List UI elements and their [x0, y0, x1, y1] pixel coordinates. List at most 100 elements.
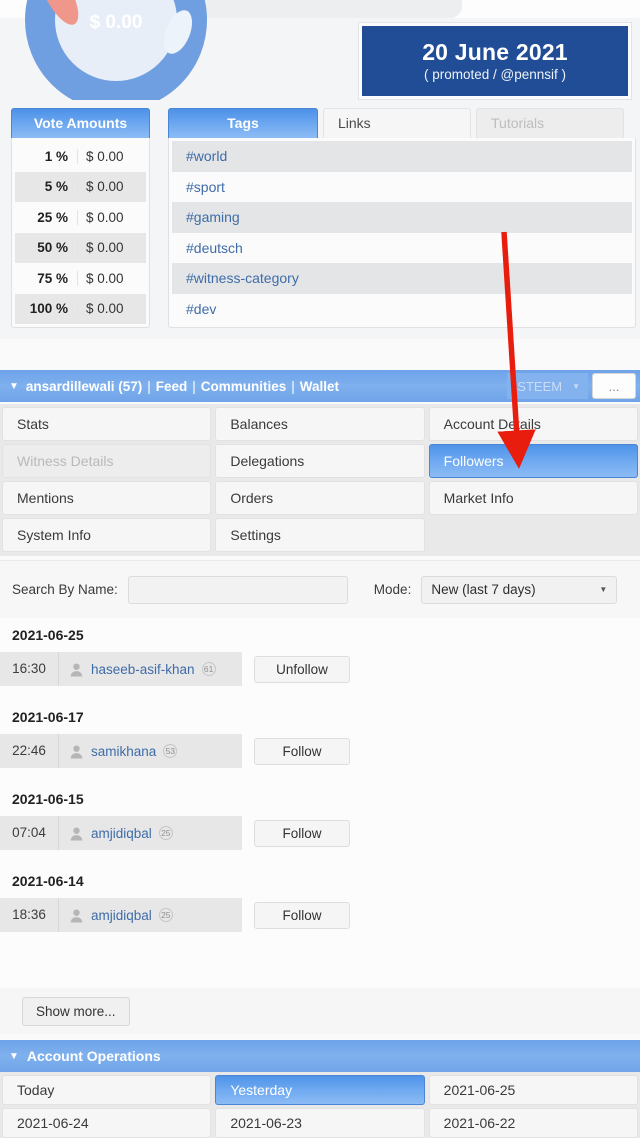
vote-amount-row: 100 % $ 0.00: [15, 293, 146, 324]
caret-down-icon[interactable]: ▼: [9, 381, 19, 392]
account-operations-header[interactable]: ▼ Account Operations: [0, 1040, 640, 1072]
unfollow-button[interactable]: Unfollow: [254, 655, 350, 683]
tags-panel: Tags Links Tutorials #world #sport #gami…: [168, 108, 636, 328]
tab-system-info[interactable]: System Info: [2, 518, 212, 552]
show-more-bar: Show more...: [0, 988, 640, 1034]
vote-value-donut-chart: $ 0.00: [2, 0, 230, 100]
vote-amount-row: 75 % $ 0.00: [15, 263, 146, 294]
promoted-date-card: 20 June 2021 ( promoted / @pennsif ): [358, 22, 632, 100]
nav-link-wallet[interactable]: Wallet: [300, 379, 339, 394]
vote-amount-row: 50 % $ 0.00: [15, 232, 146, 263]
vote-amounts-panel: Vote Amounts 1 % $ 0.00 5 % $ 0.00 25 % …: [11, 108, 150, 328]
tag-item[interactable]: #dev: [172, 294, 632, 325]
mode-label: Mode:: [373, 582, 412, 597]
follow-button[interactable]: Follow: [254, 737, 350, 765]
follower-reputation-badge: 53: [163, 744, 178, 758]
tags-list: #world #sport #gaming #deutsch #witness-…: [168, 138, 636, 328]
list-spacer: [0, 850, 640, 864]
followers-list: 2021-06-25 16:30 haseeb-asif-khan 61 Unf…: [0, 618, 640, 988]
ops-date-today[interactable]: Today: [2, 1075, 212, 1105]
currency-select[interactable]: STEEM ▼: [507, 373, 588, 399]
vote-value: $ 0.00: [77, 301, 146, 317]
follower-user-cell: amjidiqbal 25: [58, 898, 242, 932]
follower-time: 22:46: [0, 734, 58, 768]
account-nav-links: ansardillewali (57) | Feed | Communities | Wal…: [26, 379, 339, 394]
follower-name[interactable]: samikhana: [91, 744, 156, 759]
followers-date-header: 2021-06-25: [0, 618, 640, 652]
follower-reputation-badge: 25: [158, 826, 173, 840]
vote-amounts-header: Vote Amounts: [11, 108, 150, 138]
nav-link-communities[interactable]: Communities: [201, 379, 287, 394]
follower-row: 22:46 samikhana 53 Follow: [0, 734, 640, 768]
mode-select[interactable]: New (last 7 days) ▼: [421, 575, 618, 604]
vote-amount-row: 1 % $ 0.00: [15, 141, 146, 172]
user-avatar-icon: [70, 909, 83, 923]
account-header-bar: ▼ ansardillewali (57) | Feed | Communities | W…: [0, 370, 640, 402]
follower-reputation-badge: 61: [201, 662, 216, 676]
tab-orders[interactable]: Orders: [215, 481, 425, 515]
follow-button[interactable]: Follow: [254, 819, 350, 847]
vote-value: $ 0.00: [77, 209, 146, 225]
tab-account-details[interactable]: Account Details: [428, 407, 638, 441]
promo-subtitle: ( promoted / @pennsif ): [423, 67, 566, 83]
tab-settings[interactable]: Settings: [215, 518, 425, 552]
tab-stats[interactable]: Stats: [2, 407, 212, 441]
list-spacer: [0, 768, 640, 782]
tab-followers[interactable]: Followers: [428, 444, 638, 478]
hero-section: $ 0.00 20 June 2021 ( promoted / @pennsi…: [0, 0, 640, 104]
ops-date-2021-06-25[interactable]: 2021-06-25: [428, 1075, 638, 1105]
user-avatar-icon: [70, 827, 83, 841]
user-avatar-icon: [70, 745, 83, 759]
ops-date-2021-06-22[interactable]: 2021-06-22: [428, 1108, 638, 1138]
tab-placeholder: [428, 518, 638, 552]
follower-name[interactable]: amjidiqbal: [91, 826, 152, 841]
account-operations-title: Account Operations: [26, 1048, 161, 1064]
user-avatar-icon: [70, 663, 83, 677]
followers-date-header: 2021-06-15: [0, 782, 640, 816]
follower-row: 07:04 amjidiqbal 25 Follow: [0, 816, 640, 850]
tag-item[interactable]: #deutsch: [172, 233, 632, 264]
tag-item[interactable]: #witness-category: [172, 263, 632, 294]
more-options-button[interactable]: ...: [592, 373, 636, 399]
follower-name[interactable]: haseeb-asif-khan: [91, 662, 195, 677]
nav-separator: |: [291, 378, 295, 394]
follower-row: 18:36 amjidiqbal 25 Follow: [0, 898, 640, 932]
tag-item[interactable]: #world: [172, 141, 632, 172]
nav-link-feed[interactable]: Feed: [156, 379, 188, 394]
caret-down-icon[interactable]: ▼: [9, 1051, 19, 1062]
vote-value: $ 0.00: [77, 148, 146, 164]
currency-value: STEEM: [517, 378, 563, 394]
tab-delegations[interactable]: Delegations: [215, 444, 425, 478]
vote-amount-row: 5 % $ 0.00: [15, 171, 146, 202]
follower-user-cell: haseeb-asif-khan 61: [58, 652, 242, 686]
account-bar-right: STEEM ▼ ...: [507, 373, 640, 399]
ops-date-2021-06-23[interactable]: 2021-06-23: [215, 1108, 425, 1138]
tag-item[interactable]: #sport: [172, 172, 632, 203]
tab-witness-details: Witness Details: [2, 444, 212, 478]
followers-date-header: 2021-06-14: [0, 864, 640, 898]
tab-market-info[interactable]: Market Info: [428, 481, 638, 515]
account-operations-date-grid: Today Yesterday 2021-06-25 2021-06-24 20…: [0, 1072, 640, 1138]
ops-date-yesterday[interactable]: Yesterday: [215, 1075, 425, 1105]
follower-name[interactable]: amjidiqbal: [91, 908, 152, 923]
nav-separator: |: [192, 378, 196, 394]
tag-item[interactable]: #gaming: [172, 202, 632, 233]
vote-percent: 1 %: [44, 148, 68, 164]
vote-value: $ 0.00: [77, 179, 146, 195]
ops-date-2021-06-24[interactable]: 2021-06-24: [2, 1108, 212, 1138]
donut-center-label: $ 0.00: [90, 12, 143, 33]
follower-reputation-badge: 25: [158, 908, 173, 922]
account-username-link[interactable]: ansardillewali (57): [26, 379, 142, 394]
follow-button[interactable]: Follow: [254, 901, 350, 929]
chevron-down-icon: ▼: [572, 381, 580, 391]
list-spacer: [0, 686, 640, 700]
search-input[interactable]: [127, 575, 348, 604]
tab-mentions[interactable]: Mentions: [2, 481, 212, 515]
tab-tags[interactable]: Tags: [168, 108, 318, 138]
follower-time: 18:36: [0, 898, 58, 932]
tab-links[interactable]: Links: [323, 108, 471, 138]
app-root: $ 0.00 20 June 2021 ( promoted / @pennsi…: [0, 0, 640, 1138]
tab-balances[interactable]: Balances: [215, 407, 425, 441]
show-more-button[interactable]: Show more...: [22, 996, 130, 1026]
vote-percent: 75 %: [37, 270, 68, 286]
